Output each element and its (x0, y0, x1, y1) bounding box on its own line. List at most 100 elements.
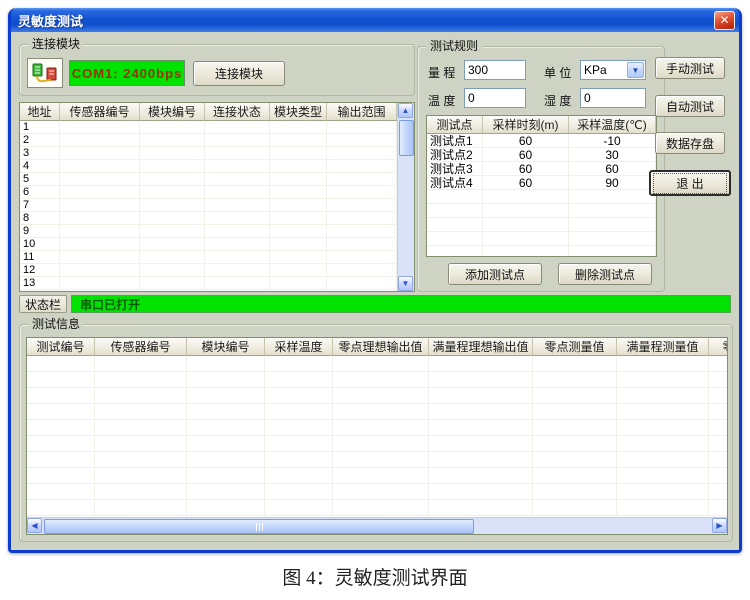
column-header[interactable]: 采样时刻(m) (483, 116, 569, 134)
scrollbar-thumb[interactable] (399, 120, 414, 156)
close-icon[interactable]: ✕ (714, 11, 735, 30)
table-row[interactable]: 4 (20, 160, 414, 173)
column-header[interactable]: 输出范围 (327, 103, 397, 121)
column-header[interactable]: 传感器编号 (60, 103, 140, 121)
table-row[interactable] (27, 452, 727, 468)
hscrollbar-thumb[interactable] (44, 519, 474, 534)
table-cell (205, 160, 270, 173)
range-input[interactable] (464, 60, 526, 80)
table-cell (569, 218, 656, 232)
table-cell: 7 (20, 199, 60, 212)
humidity-input[interactable] (580, 88, 646, 108)
temperature-input[interactable] (464, 88, 526, 108)
table-cell (140, 199, 205, 212)
table-row[interactable]: 9 (20, 225, 414, 238)
save-data-button[interactable]: 数据存盘 (655, 132, 725, 154)
table-cell (533, 484, 617, 500)
table-row[interactable]: 10 (20, 238, 414, 251)
table-row[interactable]: 6 (20, 186, 414, 199)
table-cell (429, 452, 533, 468)
scroll-up-icon[interactable]: ▲ (398, 103, 413, 118)
column-header[interactable]: 满量程理想输出值 (429, 338, 533, 356)
table-cell (187, 484, 265, 500)
table-cell (270, 290, 327, 292)
column-header[interactable]: 传感器编号 (95, 338, 187, 356)
table-row[interactable]: 8 (20, 212, 414, 225)
client-area: 连接模块 COM1: 2400bps 连接模块 地址传感器编号模块编号连接状 (11, 32, 739, 550)
chevron-down-icon[interactable]: ▼ (627, 62, 644, 78)
unit-select[interactable]: KPa ▼ (580, 60, 646, 80)
table-row[interactable]: 12 (20, 264, 414, 277)
table-cell (60, 212, 140, 225)
table-row[interactable] (427, 232, 656, 246)
table-cell (709, 404, 728, 420)
table-cell (327, 212, 397, 225)
connect-module-button[interactable]: 连接模块 (193, 61, 285, 86)
column-header[interactable]: 模块编号 (140, 103, 205, 121)
table-row[interactable] (27, 468, 727, 484)
column-header[interactable]: 零 (709, 338, 728, 356)
table-row[interactable] (27, 388, 727, 404)
test-info-hscrollbar[interactable]: ◀ ▶ (27, 517, 727, 534)
table-row[interactable] (27, 484, 727, 500)
table-row[interactable]: 测试点46090 (427, 176, 656, 190)
column-header[interactable]: 连接状态 (205, 103, 270, 121)
table-row[interactable]: 7 (20, 199, 414, 212)
column-header[interactable]: 测试点 (427, 116, 483, 134)
table-row[interactable] (427, 218, 656, 232)
column-header[interactable]: 模块编号 (187, 338, 265, 356)
table-row[interactable] (427, 246, 656, 257)
column-header[interactable]: 模块类型 (270, 103, 327, 121)
exit-button[interactable]: 退 出 (649, 170, 731, 196)
table-row[interactable] (27, 404, 727, 420)
table-row[interactable]: 13 (20, 277, 414, 290)
table-cell (205, 225, 270, 238)
table-cell (95, 420, 187, 436)
column-header[interactable]: 地址 (20, 103, 60, 121)
status-bar-label: 状态栏 (19, 295, 67, 313)
column-header[interactable]: 测试编号 (27, 338, 95, 356)
table-cell: 30 (569, 148, 656, 162)
table-cell (95, 356, 187, 372)
column-header[interactable]: 满量程测量值 (617, 338, 709, 356)
table-row[interactable] (27, 356, 727, 372)
table-cell (187, 452, 265, 468)
table-cell (140, 212, 205, 225)
manual-test-button[interactable]: 手动测试 (655, 57, 725, 79)
table-cell (533, 452, 617, 468)
table-row[interactable]: 14 (20, 290, 414, 292)
table-row[interactable]: 测试点36060 (427, 162, 656, 176)
module-table-vscrollbar[interactable]: ▲ ▼ (397, 103, 414, 291)
table-row[interactable] (427, 204, 656, 218)
table-cell (270, 238, 327, 251)
table-row[interactable] (27, 420, 727, 436)
table-cell: 90 (569, 176, 656, 190)
table-cell: 60 (483, 148, 569, 162)
auto-test-button[interactable]: 自动测试 (655, 95, 725, 117)
table-row[interactable]: 测试点160-10 (427, 134, 656, 148)
table-row[interactable]: 3 (20, 147, 414, 160)
table-row[interactable]: 1 (20, 121, 414, 134)
column-header[interactable]: 采样温度(℃) (569, 116, 656, 134)
scroll-right-icon[interactable]: ▶ (712, 518, 727, 533)
column-header[interactable]: 采样温度 (265, 338, 333, 356)
table-row[interactable] (27, 500, 727, 516)
table-row[interactable] (427, 190, 656, 204)
column-header[interactable]: 零点理想输出值 (333, 338, 429, 356)
table-cell (140, 238, 205, 251)
column-header[interactable]: 零点测量值 (533, 338, 617, 356)
table-row[interactable]: 11 (20, 251, 414, 264)
table-row[interactable] (27, 436, 727, 452)
table-cell (429, 420, 533, 436)
table-cell (483, 204, 569, 218)
table-row[interactable]: 测试点26030 (427, 148, 656, 162)
title-bar[interactable]: 灵敏度测试 ✕ (11, 8, 739, 32)
scroll-down-icon[interactable]: ▼ (398, 276, 413, 291)
table-row[interactable] (27, 372, 727, 388)
table-row[interactable]: 5 (20, 173, 414, 186)
delete-test-point-button[interactable]: 删除测试点 (558, 263, 652, 285)
scroll-left-icon[interactable]: ◀ (27, 518, 42, 533)
module-connection-icon-svg (31, 61, 59, 85)
add-test-point-button[interactable]: 添加测试点 (448, 263, 542, 285)
table-row[interactable]: 2 (20, 134, 414, 147)
